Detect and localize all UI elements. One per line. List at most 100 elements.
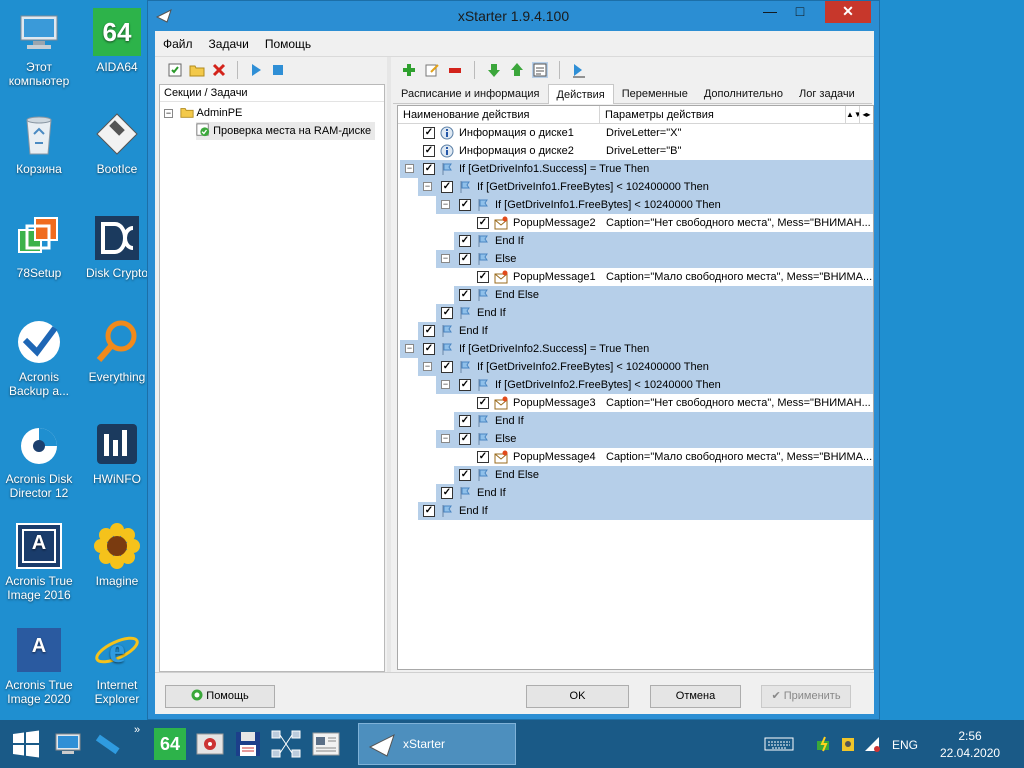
title-bar[interactable]: xStarter 1.9.4.100 — □ ✕ [148,1,879,31]
enabled-checkbox[interactable]: ✓ [441,487,453,499]
tab-actions[interactable]: Действия [547,84,614,104]
maximize-button[interactable]: □ [785,1,815,23]
desktop-icon-acronis-disk-director[interactable]: Acronis Disk Director 12 [0,420,78,500]
new-folder-icon[interactable] [189,62,205,78]
computer-quick-icon[interactable] [52,728,84,760]
tab-advanced[interactable]: Дополнительно [696,84,791,104]
column-action-name[interactable]: Наименование действия [398,106,600,123]
action-row[interactable]: ✓ Информация о диске1 DriveLetter="X" [398,124,873,142]
tree-node-ram-check[interactable]: Проверка места на RAM-диске [196,122,376,140]
disk-utility-icon[interactable] [194,728,226,760]
network-tray-icon[interactable] [864,736,880,752]
action-row[interactable]: ✓ Информация о диске2 DriveLetter="B" [398,142,873,160]
desktop-icon-internet-explorer[interactable]: e Internet Explorer [78,626,156,706]
desktop-icon-acronis-true-image-2016[interactable]: A Acronis True Image 2016 [0,522,78,602]
desktop-icon-recycle-bin[interactable]: Корзина [0,110,78,176]
enabled-checkbox[interactable]: ✓ [423,343,435,355]
action-row[interactable]: ✓ PopupMessage2 Caption="Нет свободного ме… [398,214,873,232]
collapse-toggle-icon[interactable]: − [423,182,432,191]
enabled-checkbox[interactable]: ✓ [477,451,489,463]
enabled-checkbox[interactable]: ✓ [423,145,435,157]
enabled-checkbox[interactable]: ✓ [459,469,471,481]
ok-button[interactable]: OK [526,685,629,708]
collapse-toggle-icon[interactable]: − [441,380,450,389]
tab-schedule[interactable]: Расписание и информация [393,84,548,104]
menu-help[interactable]: Помощь [265,37,311,51]
taskbar-xstarter-button[interactable]: xStarter [358,723,516,765]
remove-action-icon[interactable] [447,62,463,78]
enabled-checkbox[interactable]: ✓ [477,397,489,409]
enabled-checkbox[interactable]: ✓ [477,217,489,229]
action-row[interactable]: ✓ PopupMessage1 Caption="Мало свободного м… [398,268,873,286]
help-button[interactable]: Помощь [165,685,275,708]
enabled-checkbox[interactable]: ✓ [423,505,435,517]
desktop-icon-acronis-backup[interactable]: Acronis Backup a... [0,318,78,398]
delete-icon[interactable] [211,62,227,78]
action-row[interactable]: ✓ End Else [398,466,873,484]
action-row[interactable]: ✓ End If [398,322,873,340]
keyboard-icon[interactable] [764,736,794,752]
show-more-chevron-icon[interactable]: » [134,724,140,736]
tab-variables[interactable]: Переменные [614,84,696,104]
collapse-toggle-icon[interactable]: − [164,109,173,118]
enabled-checkbox[interactable]: ✓ [441,307,453,319]
enabled-checkbox[interactable]: ✓ [459,433,471,445]
collapse-toggle-icon[interactable]: − [423,362,432,371]
enabled-checkbox[interactable]: ✓ [441,361,453,373]
desktop-icon-acronis-true-image-2020[interactable]: A Acronis True Image 2020 [0,626,78,706]
menu-file[interactable]: Файл [163,37,193,51]
action-row[interactable]: − ✓ Else [398,430,873,448]
minimize-button[interactable]: — [755,1,785,23]
enabled-checkbox[interactable]: ✓ [477,271,489,283]
desktop-icon-bootice[interactable]: BootIce [78,110,156,176]
system-clock[interactable]: 2:56 22.04.2020 [940,728,1000,762]
action-row[interactable]: − ✓ Else [398,250,873,268]
column-action-params[interactable]: Параметры действия [600,106,845,123]
enabled-checkbox[interactable]: ✓ [423,127,435,139]
close-button[interactable]: ✕ [825,1,871,23]
collapse-toggle-icon[interactable]: − [441,254,450,263]
action-row[interactable]: ✓ End If [398,484,873,502]
enabled-checkbox[interactable]: ✓ [459,199,471,211]
action-row[interactable]: ✓ End If [398,304,873,322]
power-tray-icon[interactable] [816,736,832,752]
action-row[interactable]: ✓ End Else [398,286,873,304]
action-row[interactable]: ✓ End If [398,412,873,430]
action-row[interactable]: − ✓ If [GetDriveInfo1.FreeBytes] < 1024000… [398,196,873,214]
action-row[interactable]: ✓ End If [398,232,873,250]
action-row[interactable]: ✓ End If [398,502,873,520]
move-up-icon[interactable] [509,62,525,78]
action-row[interactable]: ✓ PopupMessage4 Caption="Мало свободного м… [398,448,873,466]
new-task-icon[interactable] [167,62,183,78]
desktop-icon-hwinfo[interactable]: HWiNFO [78,420,156,486]
run-action-icon[interactable] [571,62,587,78]
desktop-icon-imagine[interactable]: Imagine [78,522,156,588]
enabled-checkbox[interactable]: ✓ [459,379,471,391]
enabled-checkbox[interactable]: ✓ [459,235,471,247]
enabled-checkbox[interactable]: ✓ [423,325,435,337]
network-icon[interactable] [270,728,302,760]
action-row[interactable]: − ✓ If [GetDriveInfo2.Success] = True Then [398,340,873,358]
enabled-checkbox[interactable]: ✓ [441,181,453,193]
start-windows-icon[interactable] [10,728,42,760]
move-down-icon[interactable] [486,62,502,78]
enabled-checkbox[interactable]: ✓ [459,415,471,427]
aida64-taskbar-icon[interactable]: 64 [154,728,186,760]
scroll-left-right-icon[interactable]: ◂▸ [859,106,873,123]
security-tray-icon[interactable] [840,736,856,752]
enabled-checkbox[interactable]: ✓ [459,289,471,301]
edit-action-icon[interactable] [424,62,440,78]
collapse-toggle-icon[interactable]: − [405,164,414,173]
action-row[interactable]: − ✓ If [GetDriveInfo2.FreeBytes] < 1024000… [398,358,873,376]
tree-node-adminpe[interactable]: − AdminPE [164,104,242,122]
run-icon[interactable] [248,62,264,78]
tab-task-log[interactable]: Лог задачи [791,84,863,104]
action-row[interactable]: ✓ PopupMessage3 Caption="Нет свободного ме… [398,394,873,412]
desktop-icon-everything[interactable]: Everything [78,318,156,384]
document-viewer-icon[interactable] [310,728,342,760]
add-action-icon[interactable] [401,62,417,78]
action-row[interactable]: − ✓ If [GetDriveInfo2.FreeBytes] < 1024000… [398,376,873,394]
column-sort-icon[interactable]: ▲▼ [845,106,862,123]
desktop-icon-disk-crypto[interactable]: Disk Crypto [78,214,156,280]
floppy-save-icon[interactable] [232,728,264,760]
